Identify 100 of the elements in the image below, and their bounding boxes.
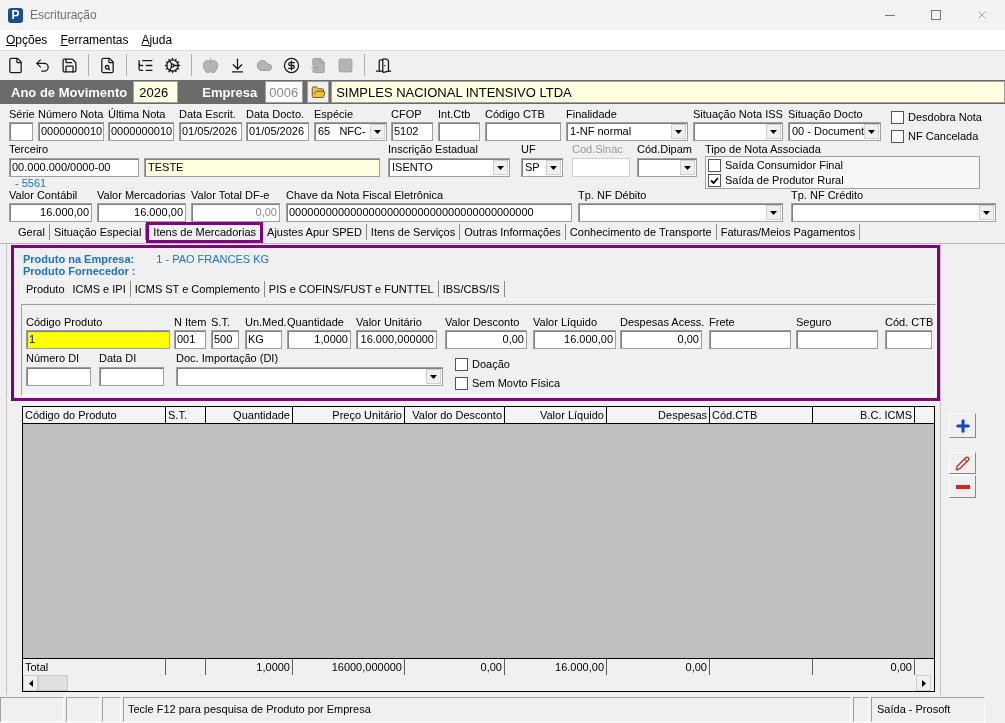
input-field[interactable]: 0000000010 <box>108 122 174 141</box>
dropdown-field[interactable] <box>176 367 443 386</box>
dropdown-field[interactable] <box>637 158 697 177</box>
input-field[interactable] <box>26 367 91 386</box>
pencil-icon <box>955 455 970 471</box>
input-field[interactable] <box>885 330 932 349</box>
input-field[interactable]: 16.000,000000 <box>356 330 437 349</box>
folder-button[interactable] <box>307 81 330 103</box>
column-header[interactable]: Despesas <box>607 407 710 423</box>
checkbox[interactable] <box>891 111 904 124</box>
input-field[interactable]: 01/05/2026 <box>179 122 242 141</box>
field-label: Int.Ctb <box>438 108 471 121</box>
dropdown-field[interactable]: 65 NFC- <box>314 122 387 141</box>
column-header[interactable]: Valor do Desconto <box>405 407 505 423</box>
checkbox[interactable] <box>455 358 468 371</box>
add-button[interactable] <box>949 413 976 438</box>
column-header[interactable]: Preço Unitário <box>293 407 405 423</box>
checkbox[interactable] <box>891 130 904 143</box>
input-field[interactable]: 0000000010 <box>38 122 104 141</box>
tab[interactable]: Outras Informações <box>460 224 566 240</box>
edit-button[interactable] <box>949 452 976 474</box>
window-title: Escrituração <box>30 8 97 22</box>
field-label: Terceiro <box>9 143 49 156</box>
field-label: Data Docto. <box>246 108 305 121</box>
tab[interactable]: ICMS e IPI <box>68 281 131 297</box>
dropdown-field[interactable] <box>693 122 783 141</box>
input-field[interactable]: KG <box>245 330 282 349</box>
year-field[interactable]: 2026 <box>133 81 179 103</box>
column-header[interactable]: S.T. <box>166 407 206 423</box>
tab[interactable]: Geral <box>14 224 50 240</box>
tab[interactable]: Faturas/Meios Pagamentos <box>716 224 861 240</box>
tab[interactable]: Itens de Mercadorias <box>146 222 264 243</box>
dropdown-field[interactable] <box>791 203 996 222</box>
remove-button[interactable] <box>949 475 976 498</box>
tab[interactable]: IBS/CBS/IS <box>438 281 505 297</box>
menu-item[interactable]: Opções <box>1 30 53 50</box>
dropdown-field[interactable] <box>578 203 783 222</box>
field-label: Frete <box>709 316 735 329</box>
checkbox[interactable] <box>708 159 721 172</box>
checkbox[interactable] <box>708 174 721 187</box>
column-header[interactable]: Valor Líquido <box>505 407 607 423</box>
column-header[interactable]: Quantidade <box>206 407 293 423</box>
status-panel <box>853 697 869 722</box>
input-field[interactable]: 1 <box>26 330 170 349</box>
checkbox[interactable] <box>455 377 468 390</box>
column-header[interactable]: B.C. ICMS <box>813 407 915 423</box>
input-field[interactable]: 0,00 <box>445 330 527 349</box>
input-field[interactable]: 5102 <box>391 122 433 141</box>
dropdown-field[interactable]: 00 - Document <box>788 122 881 141</box>
dropdown-field[interactable]: ISENTO <box>388 158 510 177</box>
input-field[interactable] <box>438 122 480 141</box>
field-label: Cod.Sinac <box>572 143 623 156</box>
input-field[interactable]: 0,00 <box>191 203 280 222</box>
plus-icon <box>953 416 972 435</box>
tab[interactable]: Itens de Serviços <box>366 224 461 240</box>
input-field[interactable] <box>796 330 878 349</box>
field-label: Valor Total DF-e <box>191 189 270 202</box>
input-field[interactable] <box>485 122 561 141</box>
checkbox-label: NF Cancelada <box>908 130 979 143</box>
tab[interactable]: Produto <box>21 279 69 299</box>
menu-item[interactable]: Ferramentas <box>55 30 134 50</box>
tab[interactable]: Conhecimento de Transporte <box>565 224 717 240</box>
company-name-field: SIMPLES NACIONAL INTENSIVO LTDA <box>331 81 1005 103</box>
column-header[interactable]: Código do Produto <box>23 407 166 423</box>
field-label: Cód.Dipam <box>637 143 693 156</box>
input-field[interactable]: 0000000000000000000000000000000000000000 <box>286 203 572 222</box>
menu-item[interactable]: Ajuda <box>136 30 178 50</box>
status-panel <box>0 697 64 722</box>
input-field[interactable]: 16.000,00 <box>533 330 616 349</box>
input-field[interactable]: 0,00 <box>620 330 702 349</box>
field-label: Última Nota <box>108 108 166 121</box>
dropdown-field[interactable]: 1-NF normal <box>566 122 688 141</box>
scroll-right-button[interactable] <box>916 675 931 691</box>
column-header[interactable]: Cód.CTB <box>710 407 813 423</box>
input-field[interactable]: 01/05/2026 <box>246 122 309 141</box>
input-field[interactable]: 001 <box>174 330 206 349</box>
input-field[interactable]: 00.000.000/0000-00 <box>9 158 139 177</box>
tab[interactable]: ICMS ST e Complemento <box>130 281 265 297</box>
input-field[interactable] <box>709 330 791 349</box>
input-field[interactable]: 500 <box>211 330 239 349</box>
close-icon <box>976 9 988 21</box>
input-field[interactable]: 16.000,00 <box>97 203 186 222</box>
input-field[interactable]: 1,0000 <box>287 330 351 349</box>
input-field[interactable] <box>99 367 164 386</box>
undo-icon <box>34 56 51 74</box>
tab[interactable]: PIS e COFINS/FUST e FUNTTEL <box>264 281 439 297</box>
tab[interactable]: Ajustes Apur SPED <box>263 224 367 240</box>
horizontal-scrollbar[interactable] <box>23 675 934 691</box>
input-field[interactable]: 16.000,00 <box>9 203 92 222</box>
save-icon <box>61 56 78 74</box>
field-label: Un.Med. <box>245 316 287 329</box>
scrollbar-thumb[interactable] <box>38 675 68 691</box>
third-party-code: - 5561 <box>15 178 47 189</box>
field-label: Código CTB <box>485 108 545 121</box>
input-field[interactable] <box>9 122 33 141</box>
field-label: Valor Mercadorias <box>97 189 186 202</box>
scroll-left-button[interactable] <box>23 675 38 691</box>
dropdown-field[interactable]: SP <box>521 158 563 177</box>
status-hint: Tecle F12 para pesquisa de Produto por Empresa <box>123 697 851 722</box>
minimize-icon <box>885 14 895 16</box>
